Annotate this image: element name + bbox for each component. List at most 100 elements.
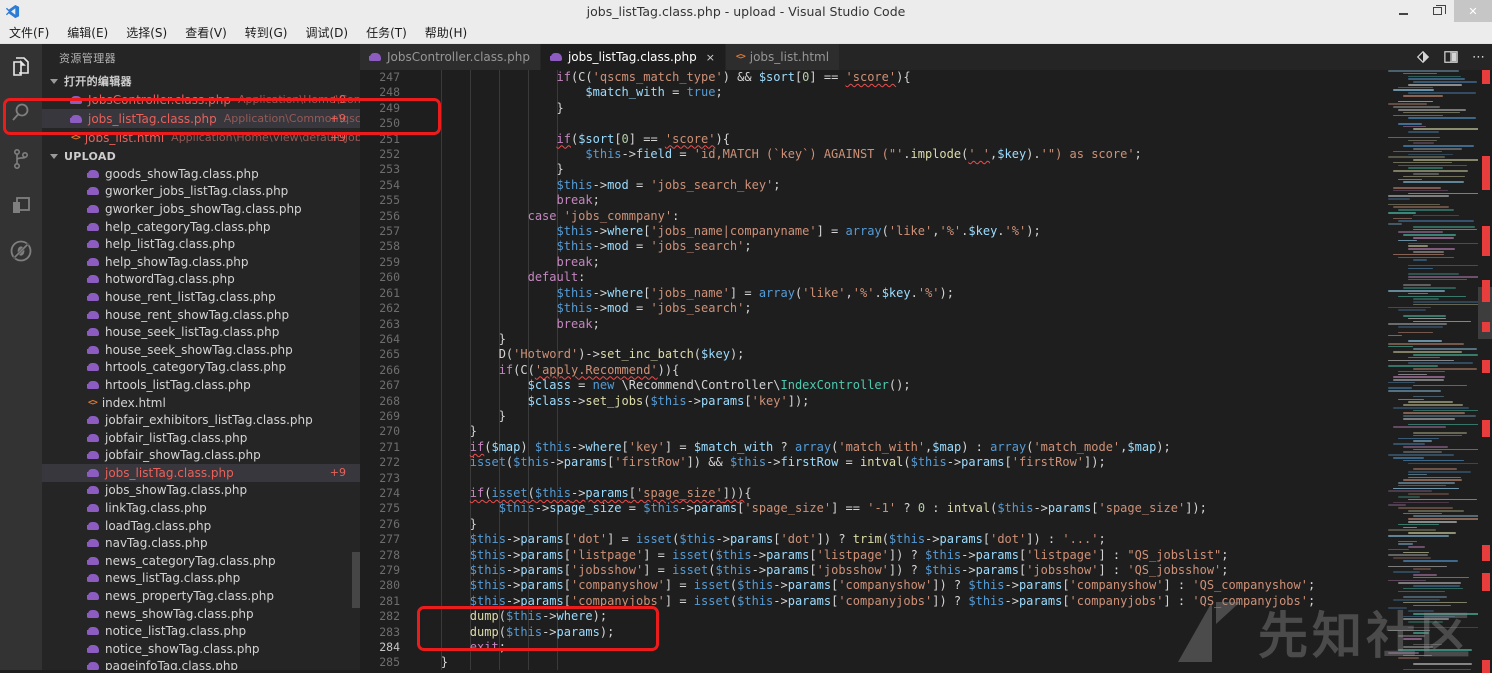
html-file-icon: <> xyxy=(71,133,80,143)
minimap-line xyxy=(1408,401,1453,403)
line-text: if(isset($this->params['spage_size'])){ xyxy=(412,486,752,501)
php-file-icon xyxy=(88,381,99,389)
folder-header[interactable]: UPLOAD xyxy=(42,147,360,165)
restore-button[interactable] xyxy=(1420,0,1454,22)
php-file-icon xyxy=(88,627,99,635)
file-item[interactable]: help_categoryTag.class.php xyxy=(42,218,360,236)
split-editor-icon[interactable] xyxy=(1444,50,1458,64)
file-item[interactable]: notice_listTag.class.php xyxy=(42,622,360,640)
tab-jobs_list.html[interactable]: <>jobs_list.html xyxy=(726,44,840,70)
file-item[interactable]: jobs_listTag.class.php+9 xyxy=(42,464,360,482)
file-name: goods_showTag.class.php xyxy=(105,167,259,181)
file-item[interactable]: news_categoryTag.class.php xyxy=(42,552,360,570)
extensions-icon[interactable] xyxy=(0,182,42,228)
minimap-line xyxy=(1388,566,1447,568)
file-item[interactable]: jobfair_listTag.class.php xyxy=(42,429,360,447)
php-file-icon xyxy=(88,240,99,248)
line-text: if($sort[0] == 'score'){ xyxy=(412,132,730,147)
minimap-line xyxy=(1408,154,1453,156)
open-editors-header[interactable]: 打开的编辑器 xyxy=(42,72,360,90)
menu-item[interactable]: 调试(D) xyxy=(296,22,357,44)
minimap-line xyxy=(1408,243,1478,245)
php-file-icon xyxy=(88,504,99,512)
file-item[interactable]: linkTag.class.php xyxy=(42,499,360,517)
file-item[interactable]: house_rent_listTag.class.php xyxy=(42,288,360,306)
line-text: $this->params['listpage'] = isset($this-… xyxy=(412,548,1229,563)
line-text: $this->spage_size = $this->params['spage… xyxy=(412,501,1207,516)
file-item[interactable]: house_rent_showTag.class.php xyxy=(42,306,360,324)
file-item[interactable]: news_showTag.class.php xyxy=(42,605,360,623)
file-item[interactable]: news_listTag.class.php xyxy=(42,570,360,588)
file-item[interactable]: pageinfoTag.class.php xyxy=(42,658,360,670)
debug-icon[interactable] xyxy=(0,228,42,274)
code-line: 270 } xyxy=(360,424,1388,439)
minimap-line xyxy=(1408,518,1478,520)
php-file-icon xyxy=(370,53,381,61)
minimap-line xyxy=(1393,599,1440,601)
file-name: notice_listTag.class.php xyxy=(105,624,246,638)
open-editor-item[interactable]: jobs_listTag.class.phpApplication\Common… xyxy=(42,109,360,128)
file-item[interactable]: notice_showTag.class.php xyxy=(42,640,360,658)
php-file-icon xyxy=(88,223,99,231)
file-item[interactable]: navTag.class.php xyxy=(42,534,360,552)
tab-close-icon[interactable]: × xyxy=(706,51,715,64)
file-item[interactable]: loadTag.class.php xyxy=(42,517,360,535)
search-icon[interactable] xyxy=(0,90,42,136)
sidebar-title: 资源管理器 xyxy=(42,44,360,72)
minimap-line xyxy=(1388,360,1454,362)
tab-label: jobs_listTag.class.php xyxy=(568,50,697,64)
source-control-icon[interactable] xyxy=(0,136,42,182)
file-item[interactable]: house_seek_listTag.class.php xyxy=(42,323,360,341)
code-line: 272 isset($this->params['firstRow']) && … xyxy=(360,455,1388,470)
minimap-line xyxy=(1393,106,1440,108)
minimap-line xyxy=(1398,209,1454,211)
minimize-button[interactable] xyxy=(1386,0,1420,22)
minimap-line xyxy=(1408,493,1449,495)
minimap-line xyxy=(1388,390,1441,392)
file-item[interactable]: jobfair_exhibitors_listTag.class.php xyxy=(42,411,360,429)
file-item[interactable]: jobs_showTag.class.php xyxy=(42,482,360,500)
file-item[interactable]: gworker_jobs_listTag.class.php xyxy=(42,183,360,201)
minimap-line xyxy=(1398,309,1426,311)
file-item[interactable]: news_propertyTag.class.php xyxy=(42,587,360,605)
minimap-line xyxy=(1388,504,1406,506)
minimap-line xyxy=(1388,490,1432,492)
close-button[interactable]: ✕ xyxy=(1454,0,1492,22)
file-item[interactable]: gworker_jobs_showTag.class.php xyxy=(42,200,360,218)
open-changes-icon[interactable] xyxy=(1416,50,1430,64)
menu-item[interactable]: 查看(V) xyxy=(176,22,236,44)
open-editor-item[interactable]: <>jobs_list.htmlApplication\Home\View\de… xyxy=(42,128,360,147)
minimap[interactable] xyxy=(1388,70,1478,670)
menu-item[interactable]: 选择(S) xyxy=(117,22,176,44)
line-text: $this->params['jobsshow'] = isset($this-… xyxy=(412,563,1229,578)
line-number: 262 xyxy=(360,301,400,316)
file-item[interactable]: goods_showTag.class.php xyxy=(42,165,360,183)
file-item[interactable]: jobfair_showTag.class.php xyxy=(42,447,360,465)
menu-item[interactable]: 转到(G) xyxy=(236,22,297,44)
tab-jobs_listTag.class.php[interactable]: jobs_listTag.class.php × xyxy=(541,44,726,70)
file-item[interactable]: hotwordTag.class.php xyxy=(42,271,360,289)
file-item[interactable]: house_seek_showTag.class.php xyxy=(42,341,360,359)
menu-item[interactable]: 文件(F) xyxy=(0,22,58,44)
minimap-line xyxy=(1388,343,1464,345)
file-item[interactable]: hrtools_categoryTag.class.php xyxy=(42,359,360,377)
menu-item[interactable]: 帮助(H) xyxy=(416,22,476,44)
minimap-line xyxy=(1403,73,1437,75)
tab-JobsController.class.php[interactable]: JobsController.class.php xyxy=(360,44,541,70)
minimap-line xyxy=(1388,212,1416,214)
menu-item[interactable]: 任务(T) xyxy=(357,22,416,44)
menu-item[interactable]: 编辑(E) xyxy=(58,22,117,44)
file-item[interactable]: help_listTag.class.php xyxy=(42,235,360,253)
explorer-icon[interactable] xyxy=(0,44,42,90)
menu-bar: 文件(F)编辑(E)选择(S)查看(V)转到(G)调试(D)任务(T)帮助(H) xyxy=(0,22,1492,44)
file-item[interactable]: <>index.html xyxy=(42,394,360,412)
open-editor-item[interactable]: JobsController.class.phpApplication\Home… xyxy=(42,90,360,109)
file-item[interactable]: hrtools_listTag.class.php xyxy=(42,376,360,394)
file-item[interactable]: help_showTag.class.php xyxy=(42,253,360,271)
minimap-line xyxy=(1408,92,1476,94)
overview-ruler[interactable] xyxy=(1478,70,1492,670)
more-actions-icon[interactable]: ⋯ xyxy=(1472,50,1486,65)
code-editor[interactable]: 247 if(C('qscms_match_type') && $sort[0]… xyxy=(360,70,1388,670)
sidebar-scrollbar[interactable] xyxy=(352,552,360,608)
minimap-line xyxy=(1398,399,1424,401)
